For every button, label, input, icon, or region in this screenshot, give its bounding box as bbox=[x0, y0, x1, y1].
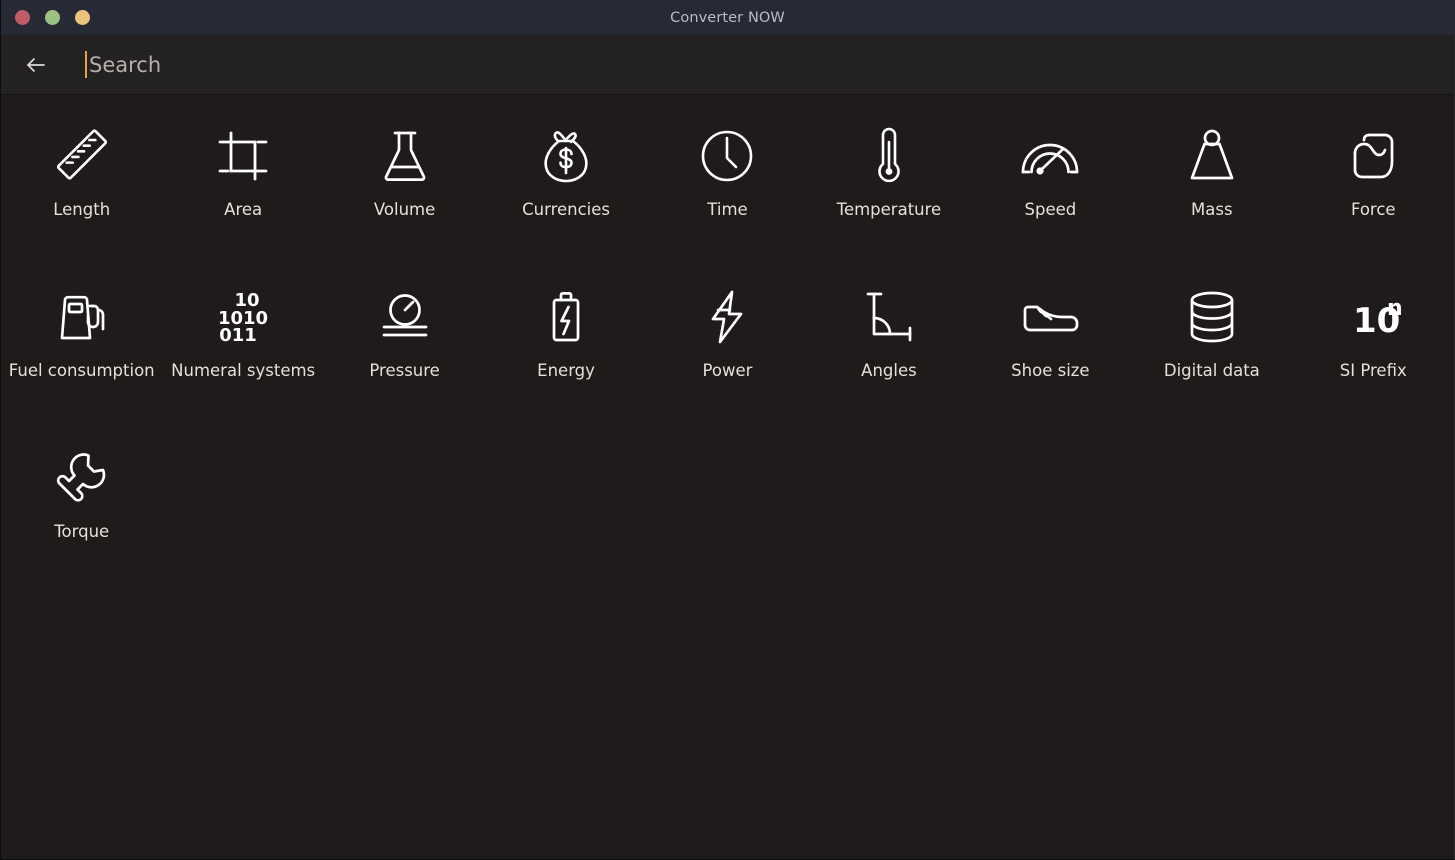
fuel-pump-icon bbox=[43, 284, 121, 350]
maximize-window-button[interactable] bbox=[75, 10, 90, 25]
tile-temperature[interactable]: Temperature bbox=[808, 101, 969, 262]
ruler-icon bbox=[43, 123, 121, 189]
tile-label: Energy bbox=[537, 361, 595, 380]
database-icon bbox=[1173, 284, 1251, 350]
tile-label: Temperature bbox=[836, 200, 942, 219]
speedometer-icon bbox=[1011, 123, 1089, 189]
thermometer-icon bbox=[850, 123, 928, 189]
tile-torque[interactable]: Torque bbox=[1, 423, 162, 584]
tile-power[interactable]: Power bbox=[647, 262, 808, 423]
tile-label: Mass bbox=[1191, 200, 1233, 219]
tile-label: Force bbox=[1350, 200, 1396, 219]
flask-icon bbox=[366, 123, 444, 189]
window-controls bbox=[15, 10, 90, 25]
tile-label: Shoe size bbox=[1011, 361, 1090, 380]
tile-label: Volume bbox=[373, 200, 436, 219]
wrench-icon bbox=[43, 445, 121, 511]
window-title: Converter NOW bbox=[670, 9, 785, 26]
tile-length[interactable]: Length bbox=[1, 101, 162, 262]
tile-label: SI Prefix bbox=[1339, 361, 1407, 380]
tile-numeral-systems[interactable]: 10 1010 011 Numeral systems bbox=[162, 262, 323, 423]
tile-label: Area bbox=[224, 200, 263, 219]
bicep-icon bbox=[1334, 123, 1412, 189]
back-button[interactable] bbox=[15, 44, 57, 86]
minimize-window-button[interactable] bbox=[45, 10, 60, 25]
close-window-button[interactable] bbox=[15, 10, 30, 25]
tile-currencies[interactable]: Currencies bbox=[485, 101, 646, 262]
tile-digital-data[interactable]: Digital data bbox=[1131, 262, 1292, 423]
pressure-gauge-icon bbox=[366, 284, 444, 350]
tile-volume[interactable]: Volume bbox=[324, 101, 485, 262]
tile-mass[interactable]: Mass bbox=[1131, 101, 1292, 262]
si-prefix-exponent: n bbox=[1387, 296, 1403, 321]
tile-speed[interactable]: Speed bbox=[970, 101, 1131, 262]
tile-label: Time bbox=[707, 200, 748, 219]
tile-time[interactable]: Time bbox=[647, 101, 808, 262]
tile-force[interactable]: Force bbox=[1293, 101, 1454, 262]
shoe-icon bbox=[1011, 284, 1089, 350]
converter-grid: Length Area Volume Currencies Time Tempe… bbox=[1, 101, 1454, 584]
tile-energy[interactable]: Energy bbox=[485, 262, 646, 423]
tile-label: Power bbox=[702, 361, 753, 380]
tile-angles[interactable]: Angles bbox=[808, 262, 969, 423]
app-window: Converter NOW Search Length Area Volume … bbox=[0, 0, 1455, 860]
tile-pressure[interactable]: Pressure bbox=[324, 262, 485, 423]
clock-icon bbox=[688, 123, 766, 189]
tile-label: Length bbox=[53, 200, 111, 219]
title-bar: Converter NOW bbox=[1, 0, 1454, 35]
tile-label: Speed bbox=[1024, 200, 1077, 219]
search-field-wrapper[interactable] bbox=[57, 35, 1440, 95]
weight-icon bbox=[1173, 123, 1251, 189]
tile-label: Angles bbox=[861, 361, 917, 380]
arrow-left-icon bbox=[23, 52, 49, 78]
tile-label: Torque bbox=[54, 522, 110, 541]
angle-icon bbox=[850, 284, 928, 350]
tile-fuel-consumption[interactable]: Fuel consumption bbox=[1, 262, 162, 423]
tile-si-prefix[interactable]: 10 n SI Prefix bbox=[1293, 262, 1454, 423]
tile-label: Digital data bbox=[1163, 361, 1260, 380]
money-bag-icon bbox=[527, 123, 605, 189]
content-area: Length Area Volume Currencies Time Tempe… bbox=[1, 95, 1454, 859]
tile-label: Pressure bbox=[369, 361, 440, 380]
search-input[interactable] bbox=[87, 44, 1440, 85]
tile-area[interactable]: Area bbox=[162, 101, 323, 262]
binary-line-3: 011 bbox=[219, 325, 257, 346]
tile-label: Numeral systems bbox=[171, 361, 316, 380]
tile-shoe-size[interactable]: Shoe size bbox=[970, 262, 1131, 423]
battery-bolt-icon bbox=[527, 284, 605, 350]
ten-power-n-icon: 10 n bbox=[1334, 284, 1412, 350]
lightning-bolt-icon bbox=[688, 284, 766, 350]
app-bar bbox=[1, 35, 1454, 95]
crop-frame-icon bbox=[204, 123, 282, 189]
tile-label: Fuel consumption bbox=[8, 361, 155, 380]
tile-label: Currencies bbox=[522, 200, 610, 219]
binary-digits-icon: 10 1010 011 bbox=[204, 284, 282, 350]
